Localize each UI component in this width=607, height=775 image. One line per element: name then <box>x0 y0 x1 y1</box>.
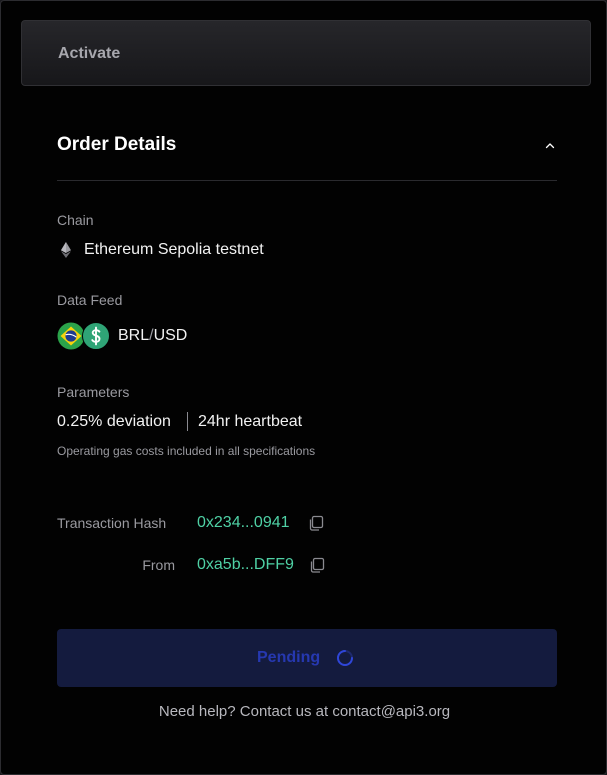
pending-button[interactable]: Pending <box>57 629 557 687</box>
feed-base: BRL <box>118 327 150 344</box>
data-feed-label: Data Feed <box>57 292 123 308</box>
transaction-hash-label: Transaction Hash <box>57 515 167 531</box>
chain-value: Ethereum Sepolia testnet <box>84 241 264 258</box>
data-feed-value: BRL/USD <box>118 327 187 345</box>
ethereum-icon <box>61 242 71 258</box>
brazil-flag-icon <box>57 322 85 350</box>
copy-address-icon[interactable] <box>308 556 326 574</box>
transaction-hash-value[interactable]: 0x234...0941 <box>197 514 290 532</box>
loading-spinner-icon <box>337 650 353 666</box>
order-panel: Activate Order Details Chain Ethereum Se… <box>0 0 607 775</box>
help-prefix: Need help? Contact us at <box>158 703 333 720</box>
help-text: Need help? Contact us at contact@api3.or… <box>1 703 607 720</box>
gas-cost-note: Operating gas costs included in all spec… <box>57 444 316 458</box>
order-details-title: Order Details <box>57 134 177 155</box>
from-address-value[interactable]: 0xa5b...DFF9 <box>197 556 294 574</box>
chain-label: Chain <box>57 212 94 228</box>
activate-section-header[interactable]: Activate <box>21 20 591 86</box>
parameters-label: Parameters <box>57 384 130 400</box>
heartbeat-value: 24hr heartbeat <box>198 413 303 430</box>
pending-label: Pending <box>257 649 321 666</box>
chevron-up-icon[interactable] <box>544 141 556 151</box>
deviation-value: 0.25% deviation <box>57 413 171 430</box>
dollar-icon <box>82 322 110 350</box>
order-divider <box>57 180 557 181</box>
from-label: From <box>142 557 175 573</box>
parameters-separator <box>187 412 188 431</box>
feed-quote: USD <box>153 327 188 344</box>
copy-hash-icon[interactable] <box>307 514 325 532</box>
activate-label: Activate <box>58 45 121 62</box>
contact-email-link[interactable]: contact@api3.org <box>332 703 450 720</box>
